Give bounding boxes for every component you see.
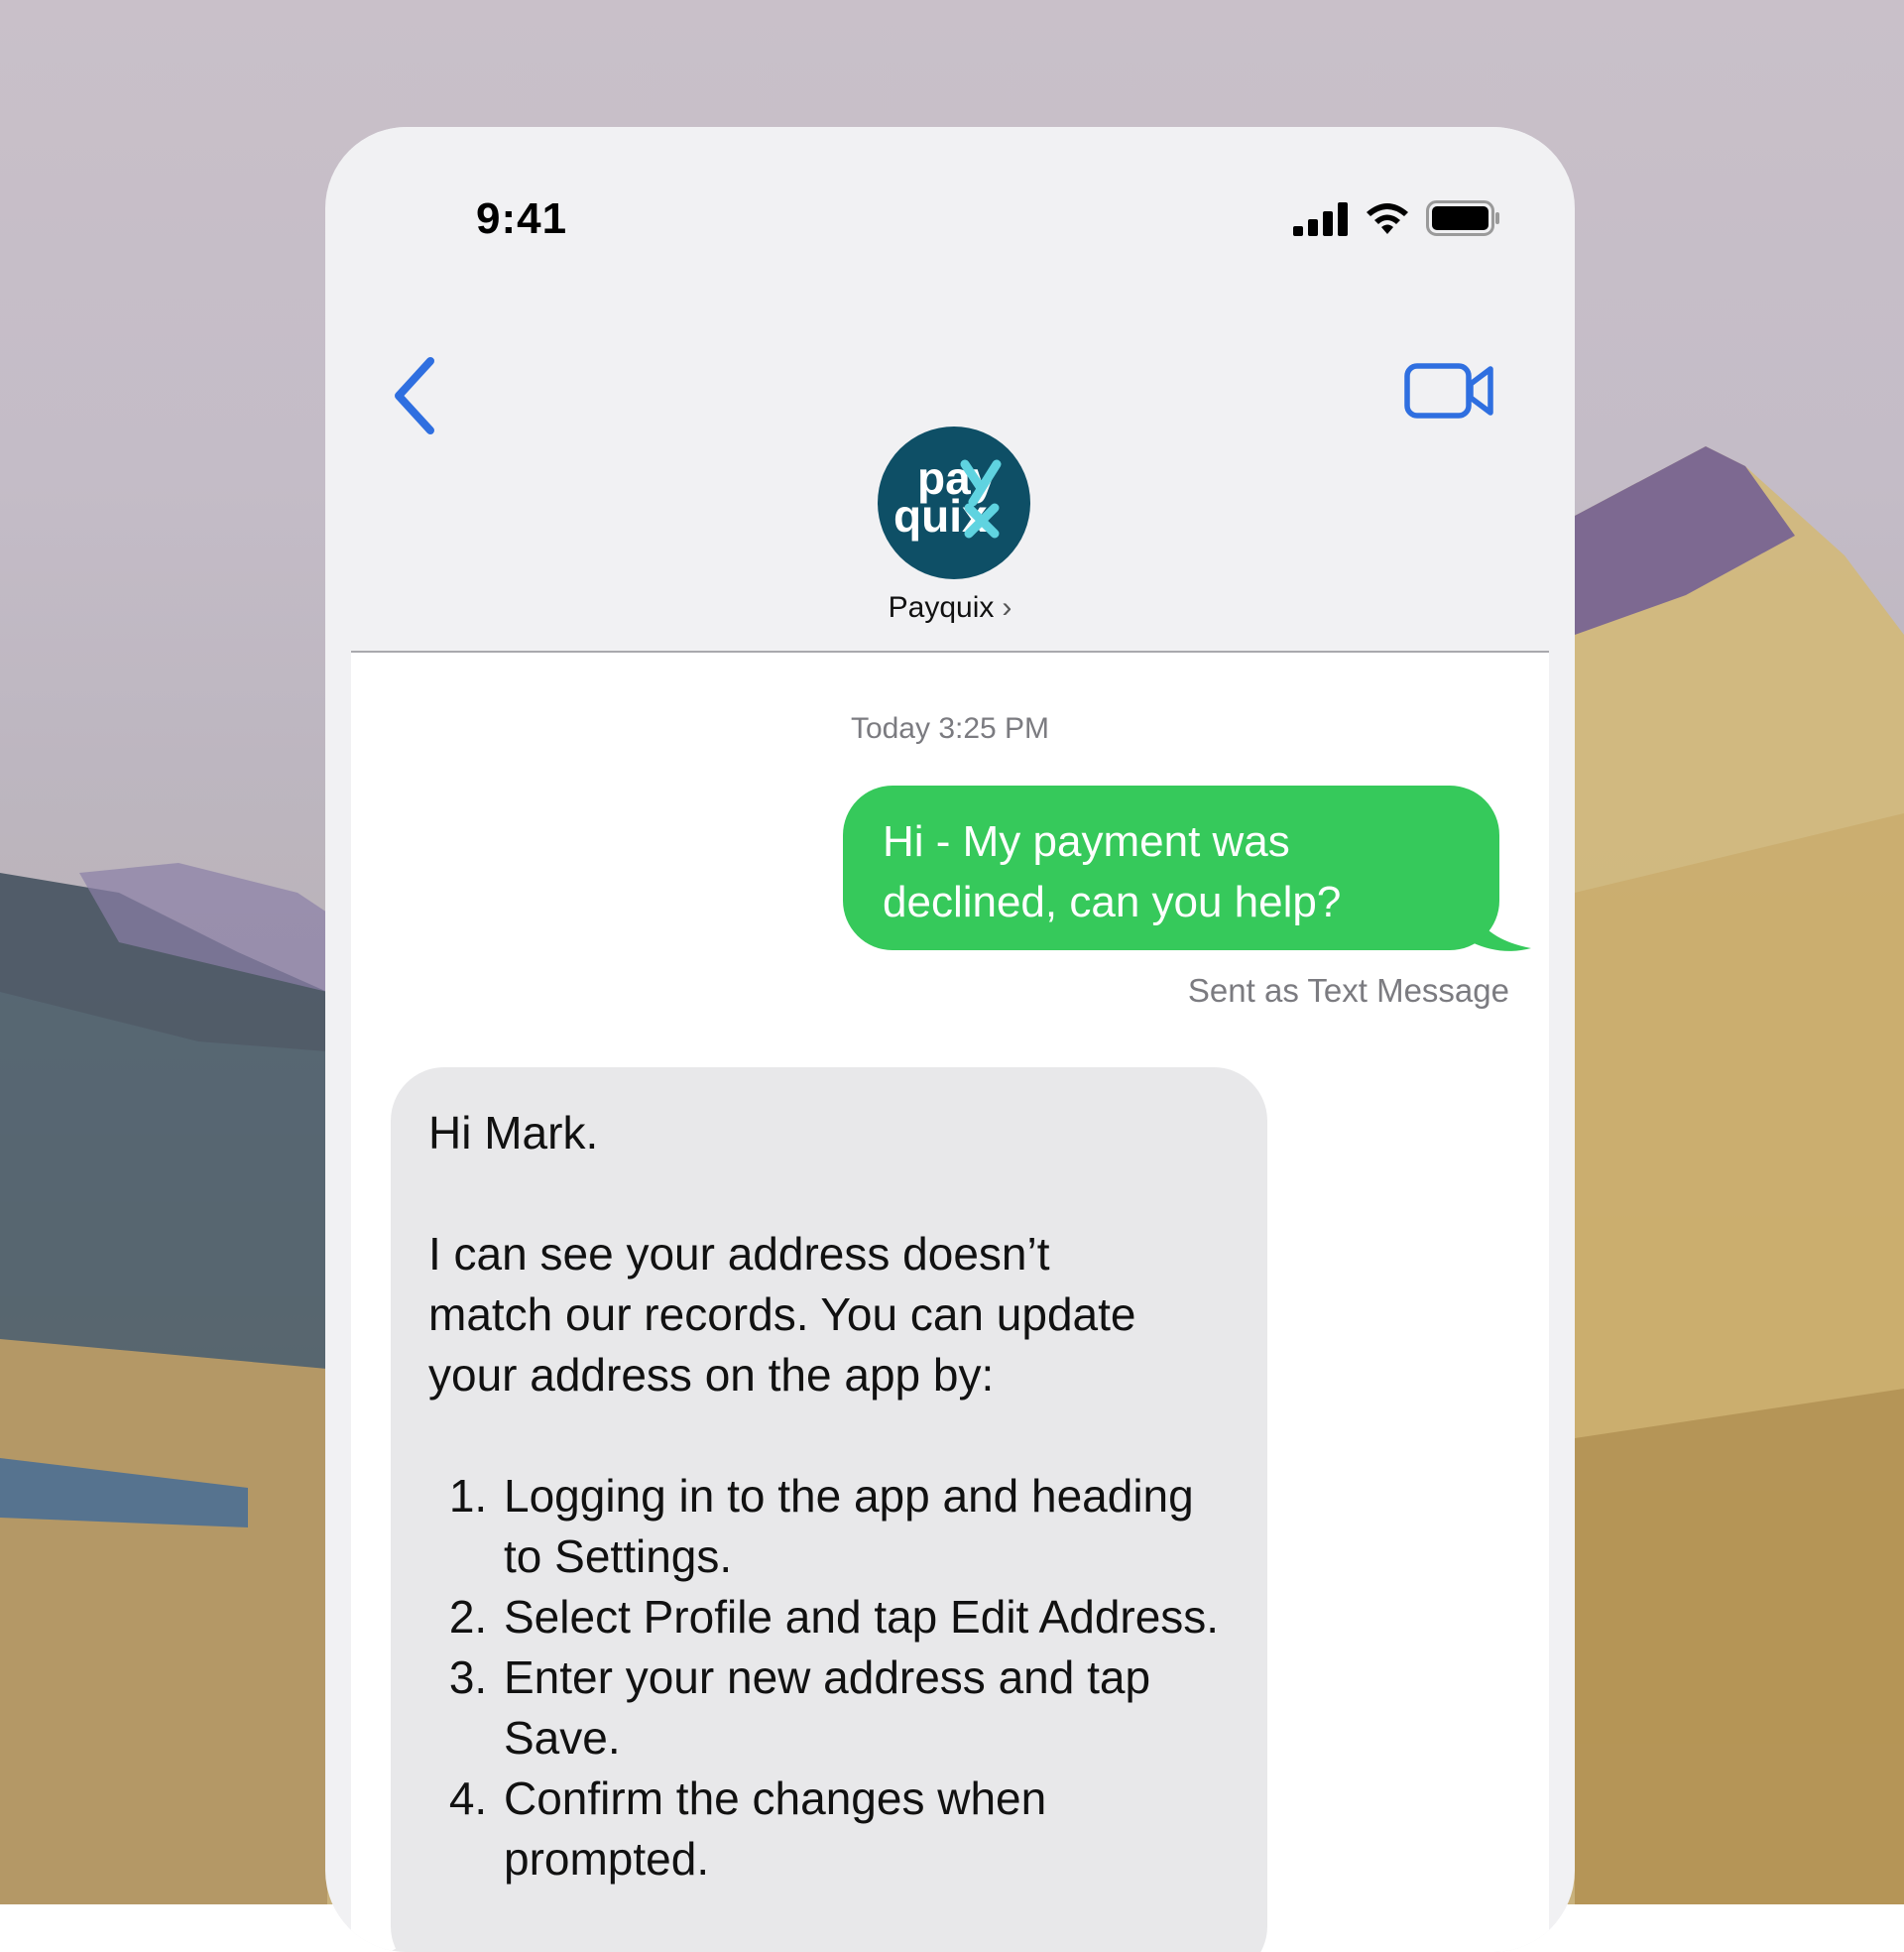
battery-icon: [1426, 200, 1499, 236]
outgoing-message-line: declined, can you help?: [883, 878, 1342, 926]
contact-name-button[interactable]: Payquix ›: [351, 591, 1549, 625]
status-time: 9:41: [476, 194, 568, 243]
messages-screen: 9:41 pay quix Payquix › Today 3:25 PM Hi…: [351, 127, 1549, 1952]
wifi-icon: [1367, 203, 1408, 234]
outgoing-message-bubble[interactable]: Hi - My payment was declined, can you he…: [843, 786, 1499, 950]
back-chevron-icon[interactable]: [387, 351, 446, 440]
phone-frame: 9:41 pay quix Payquix › Today 3:25 PM Hi…: [325, 127, 1575, 1952]
instruction-step: Select Profile and tap Edit Address.: [500, 1587, 1230, 1647]
instruction-step: Enter your new address and tap Save.: [500, 1647, 1230, 1769]
thread-timestamp: Today 3:25 PM: [850, 712, 1050, 745]
chevron-right-icon: ›: [1002, 591, 1012, 624]
incoming-message-bubble[interactable]: Hi Mark. I can see your address doesn’t …: [391, 1067, 1267, 1952]
contact-avatar[interactable]: pay quix: [878, 427, 1030, 579]
incoming-body-line: I can see your address doesn’t: [428, 1228, 1050, 1280]
instruction-step: Logging in to the app and heading to Set…: [500, 1466, 1230, 1587]
message-thread[interactable]: Today 3:25 PM Hi - My payment was declin…: [351, 653, 1549, 1952]
status-bar: 9:41: [351, 127, 1549, 256]
video-camera-icon[interactable]: [1404, 359, 1495, 423]
cellular-signal-icon: [1293, 202, 1348, 236]
contact-name-label: Payquix: [888, 591, 995, 624]
outgoing-message-line: Hi - My payment was: [883, 817, 1290, 866]
instruction-steps-list: Logging in to the app and heading to Set…: [428, 1466, 1230, 1890]
incoming-greeting: Hi Mark.: [428, 1107, 599, 1159]
delivery-status: Sent as Text Message: [1187, 972, 1509, 1009]
status-icons: [1293, 200, 1501, 236]
incoming-body-line: your address on the app by:: [428, 1349, 995, 1401]
incoming-body-line: match our records. You can update: [428, 1288, 1136, 1340]
instruction-step: Confirm the changes when prompted.: [500, 1769, 1230, 1890]
conversation-header: pay quix Payquix ›: [351, 256, 1549, 624]
